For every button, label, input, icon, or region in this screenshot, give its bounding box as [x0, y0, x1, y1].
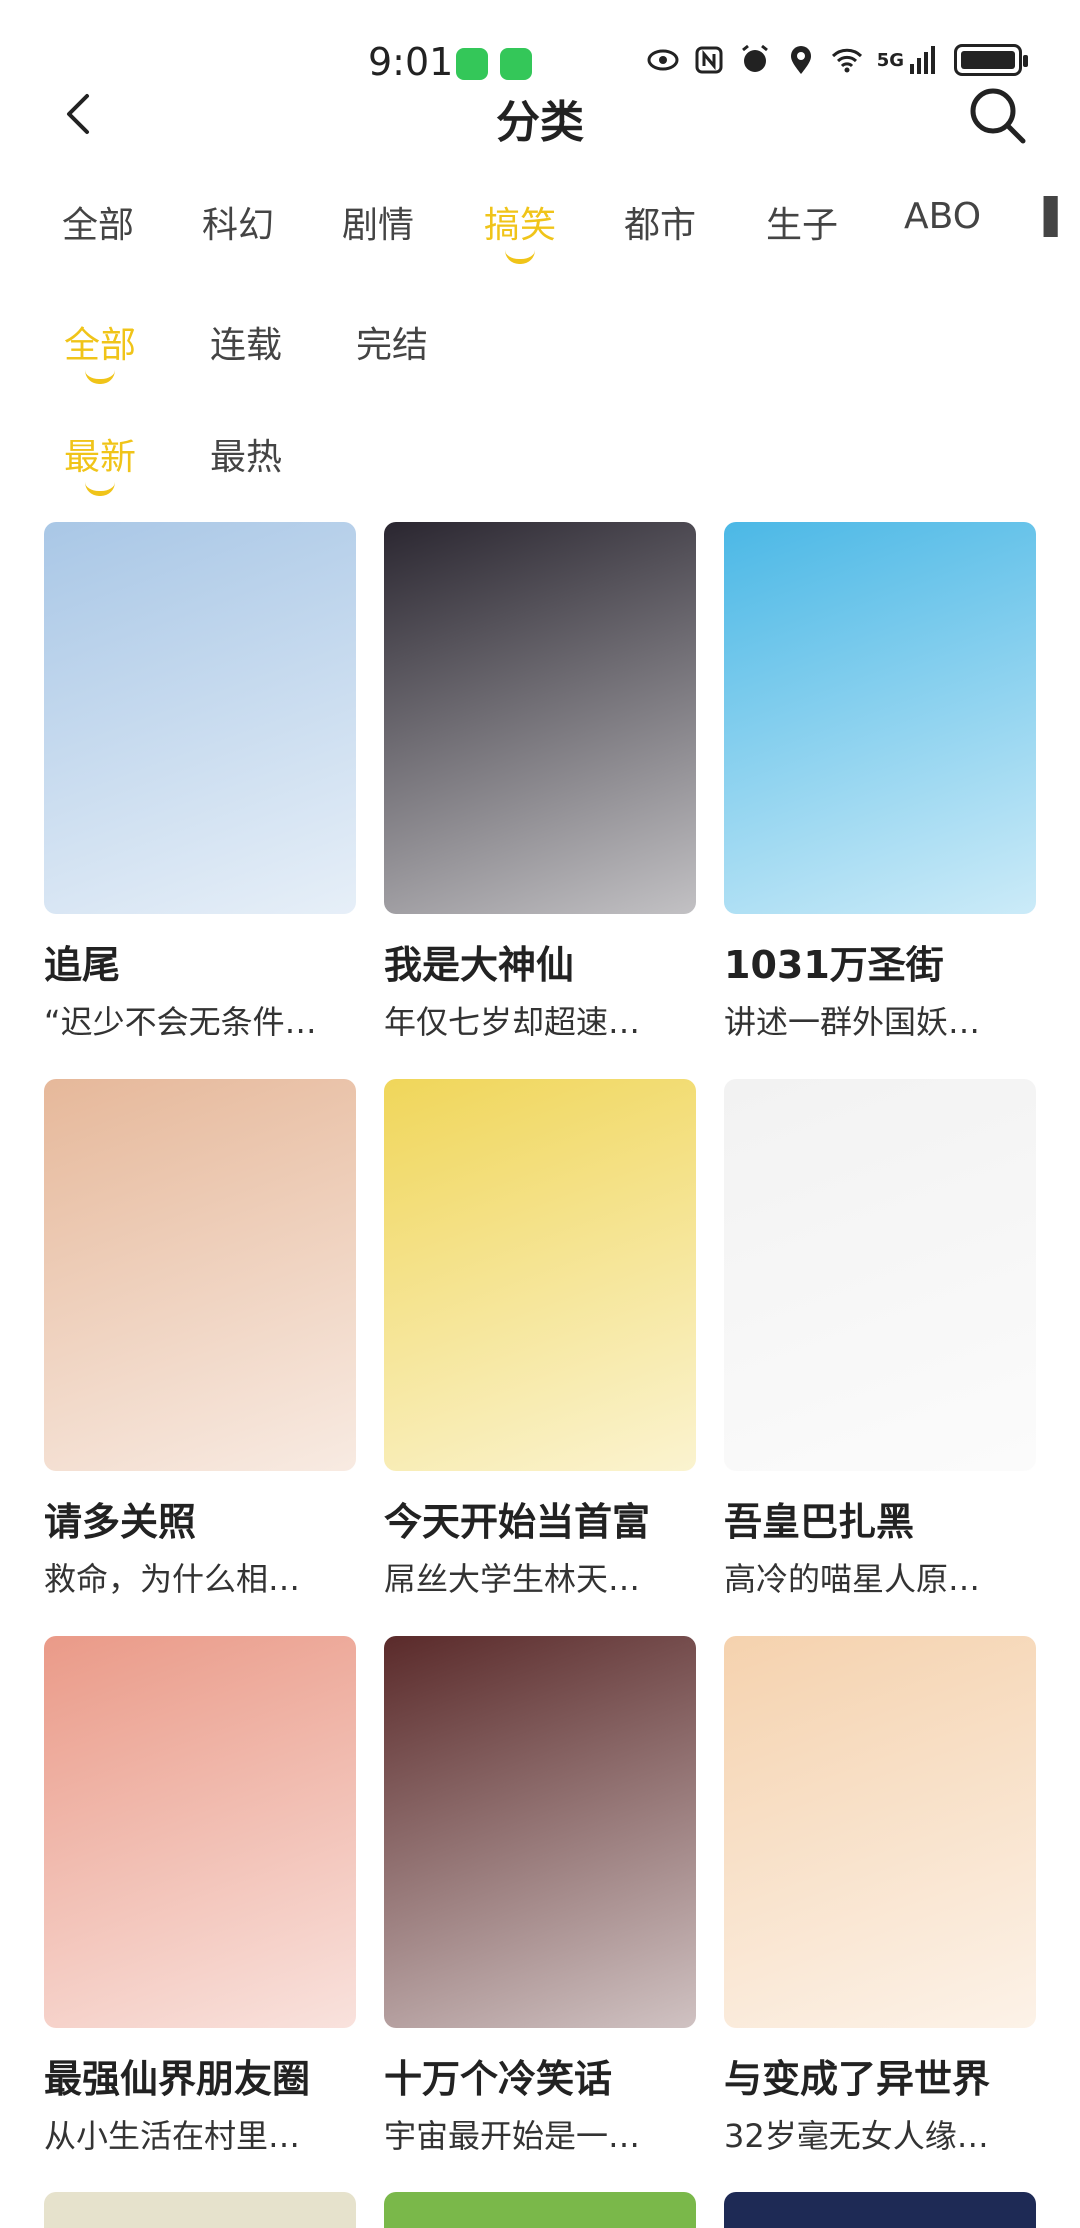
category-tab-more[interactable]: ▌ — [1044, 196, 1072, 237]
comic-card[interactable]: 与变成了异世界 32岁毫无女人缘… — [724, 1636, 1036, 2157]
status-tab-ongoing[interactable]: 连载 — [210, 316, 282, 368]
comic-title[interactable]: 我是大神仙 — [384, 934, 696, 989]
comic-title[interactable]: 最强仙界朋友圈 — [44, 2048, 356, 2103]
comic-description: “迟少不会无条件… — [44, 1003, 317, 1041]
category-tab-abo[interactable]: ABO — [904, 196, 981, 237]
comic-cover-image[interactable] — [384, 1636, 696, 2028]
category-tab-scifi[interactable]: 科幻 — [202, 196, 274, 248]
comic-title[interactable]: 请多关照 — [44, 1491, 356, 1546]
sort-tab-newest-label: 最新 — [64, 437, 137, 478]
active-indicator — [85, 370, 115, 384]
comic-cover-image[interactable] — [384, 2192, 696, 2228]
category-tab-drama[interactable]: 剧情 — [342, 196, 414, 248]
header: 分类 — [0, 64, 1080, 164]
comic-description: 从小生活在村里… — [44, 2117, 301, 2155]
comic-description: 讲述一群外国妖… — [724, 1003, 981, 1041]
comic-title[interactable]: 吾皇巴扎黑 — [724, 1491, 1036, 1546]
comic-card[interactable]: 请多关照 救命，为什么相… — [44, 1079, 356, 1600]
comic-description: 屌丝大学生林天… — [384, 1560, 641, 1598]
comic-card[interactable]: 1031万圣街 讲述一群外国妖… — [724, 522, 1036, 1043]
search-button[interactable] — [962, 80, 1032, 150]
category-tab-urban[interactable]: 都市 — [624, 196, 696, 248]
page-title: 分类 — [496, 97, 584, 148]
comic-title[interactable]: 追尾 — [44, 934, 356, 989]
comic-card[interactable] — [44, 2192, 356, 2228]
category-tab-comedy[interactable]: 搞笑 — [484, 196, 557, 264]
comic-cover-image[interactable] — [384, 1079, 696, 1471]
comic-description: 救命，为什么相… — [44, 1560, 301, 1598]
active-indicator — [505, 250, 535, 264]
comic-title[interactable]: 今天开始当首富 — [384, 1491, 696, 1546]
comic-title[interactable]: 1031万圣街 — [724, 934, 1036, 989]
status-tab-all-label: 全部 — [64, 325, 137, 366]
comic-description: 宇宙最开始是一… — [384, 2117, 641, 2155]
comic-card[interactable]: 我是大神仙 年仅七岁却超速… — [384, 522, 696, 1043]
comic-cover-image[interactable] — [44, 522, 356, 914]
category-tabs: 全部 科幻 剧情 搞笑 都市 生子 ABO ▌ — [0, 196, 1080, 276]
category-tab-comedy-label: 搞笑 — [484, 205, 557, 246]
active-indicator — [85, 482, 115, 496]
comic-cover-image[interactable] — [44, 2192, 356, 2228]
sort-tab-hottest[interactable]: 最热 — [210, 428, 282, 480]
category-tab-all[interactable]: 全部 — [62, 196, 134, 248]
comic-card[interactable] — [384, 2192, 696, 2228]
comic-cover-image[interactable] — [724, 522, 1036, 914]
comic-card[interactable]: 吾皇巴扎黑 高冷的喵星人原… — [724, 1079, 1036, 1600]
status-tab-all[interactable]: 全部 — [64, 316, 137, 384]
comic-card[interactable]: 追尾 “迟少不会无条件… — [44, 522, 356, 1043]
comic-title[interactable]: 与变成了异世界 — [724, 2048, 1036, 2103]
sort-tab-newest[interactable]: 最新 — [64, 428, 137, 496]
comic-card[interactable] — [724, 2192, 1036, 2228]
comic-card[interactable]: 最强仙界朋友圈 从小生活在村里… — [44, 1636, 356, 2157]
status-filter: 全部 连载 完结 — [0, 316, 1080, 396]
comic-cover-image[interactable] — [44, 1079, 356, 1471]
comic-cover-image[interactable] — [44, 1636, 356, 2028]
comic-card[interactable]: 今天开始当首富 屌丝大学生林天… — [384, 1079, 696, 1600]
sort-filter: 最新 最热 — [0, 428, 1080, 508]
comic-card[interactable]: 十万个冷笑话 宇宙最开始是一… — [384, 1636, 696, 2157]
comic-description: 32岁毫无女人缘… — [724, 2117, 989, 2155]
comic-description: 高冷的喵星人原… — [724, 1560, 981, 1598]
comic-cover-image[interactable] — [384, 522, 696, 914]
search-icon — [970, 88, 1026, 144]
status-tab-completed[interactable]: 完结 — [356, 316, 428, 368]
comic-title[interactable]: 十万个冷笑话 — [384, 2048, 696, 2103]
comic-cover-image[interactable] — [724, 1636, 1036, 2028]
category-tab-mpreg[interactable]: 生子 — [766, 196, 838, 248]
comic-description: 年仅七岁却超速… — [384, 1003, 641, 1041]
comic-cover-image[interactable] — [724, 1079, 1036, 1471]
comic-cover-image[interactable] — [724, 2192, 1036, 2228]
